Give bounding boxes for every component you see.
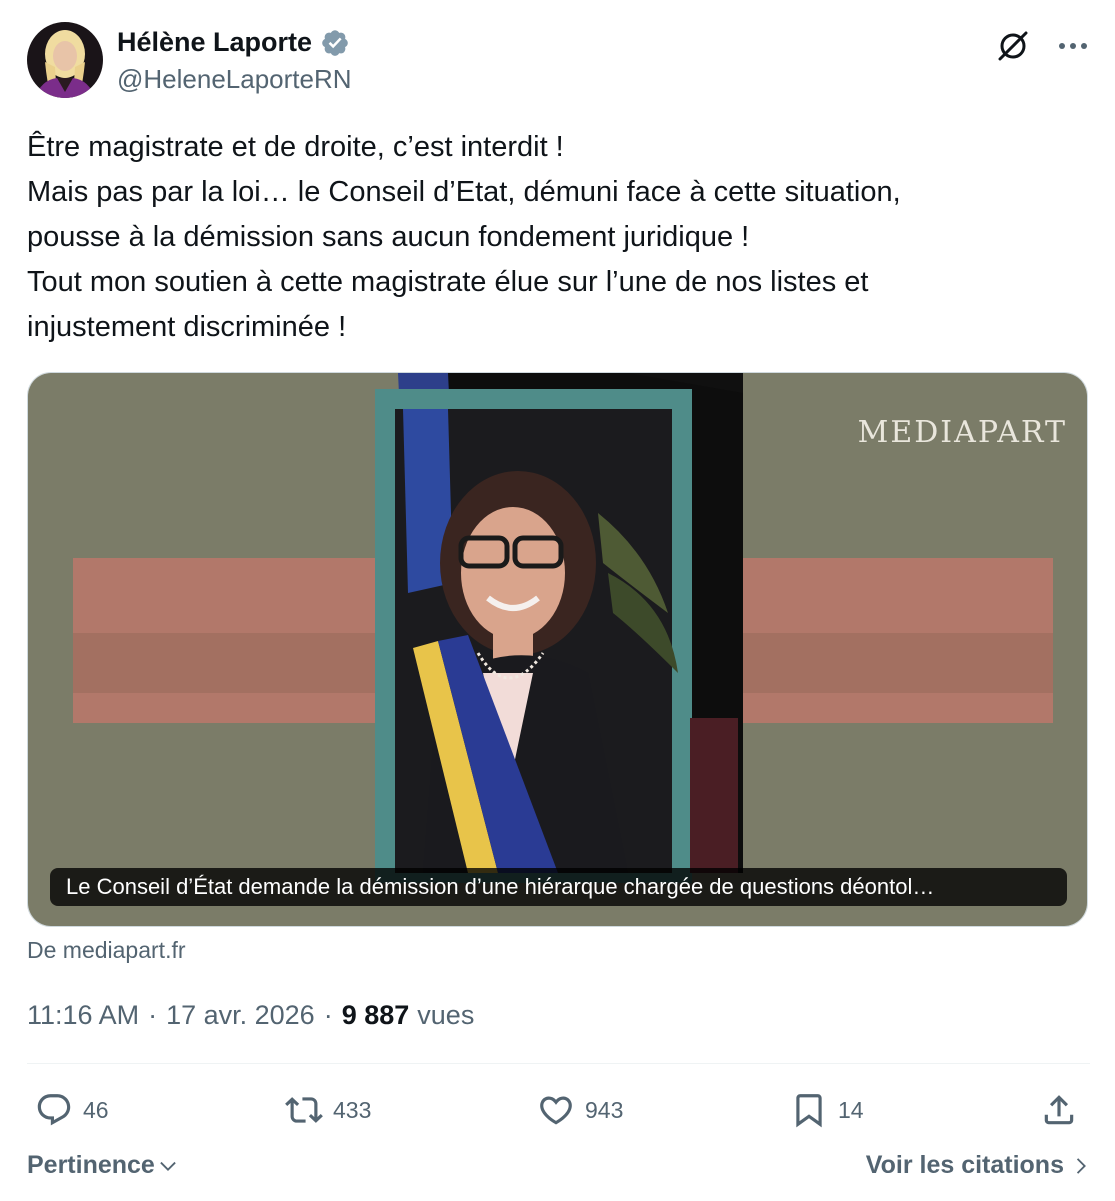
card-image	[28, 373, 1087, 926]
reply-icon	[37, 1094, 71, 1126]
bookmark-button[interactable]: 14	[790, 1088, 864, 1132]
card-brand-logo: MEDIAPART	[857, 415, 1067, 450]
repost-icon	[285, 1097, 323, 1123]
share-button[interactable]	[1040, 1088, 1088, 1132]
repost-count: 433	[333, 1096, 372, 1123]
tweet-line: pousse à la démission sans aucun fondeme…	[27, 221, 750, 253]
tweet-date[interactable]: 17 avr. 2026	[166, 1000, 315, 1031]
sort-label: Pertinence	[27, 1151, 155, 1179]
author-name[interactable]: Hélène Laporte	[117, 27, 312, 58]
tweet-actions: 46 433 943 14	[27, 1088, 1092, 1132]
avatar[interactable]	[27, 22, 103, 98]
tweet-meta: 11:16 AM · 17 avr. 2026 · 9 887 vues	[27, 1000, 474, 1031]
replies-footer: Pertinence Voir les citations	[27, 1151, 1092, 1189]
share-icon	[1044, 1095, 1074, 1125]
card-caption: Le Conseil d’État demande la démission d…	[50, 868, 1067, 906]
author-name-line: Hélène Laporte	[117, 27, 350, 58]
repost-button[interactable]: 433	[285, 1088, 371, 1132]
tweet-line: injustement discriminée !	[27, 311, 347, 343]
meta-separator: ·	[148, 1000, 158, 1030]
divider	[27, 1063, 1090, 1064]
tweet-header: Hélène Laporte @HeleneLaporteRN	[27, 22, 1095, 102]
reply-count: 46	[83, 1096, 109, 1123]
tweet-line: Mais pas par la loi… le Conseil d’Etat, …	[27, 176, 901, 208]
tweet-time[interactable]: 11:16 AM	[27, 1000, 139, 1031]
bookmark-icon	[796, 1094, 822, 1128]
card-source[interactable]: De mediapart.fr	[27, 937, 186, 964]
view-quotes-link[interactable]: Voir les citations	[866, 1151, 1092, 1180]
heart-icon	[540, 1096, 572, 1125]
tweet-line: Être magistrate et de droite, c’est inte…	[27, 131, 564, 163]
more-horizontal-icon	[1059, 43, 1087, 49]
sort-dropdown[interactable]: Pertinence	[27, 1151, 179, 1180]
meta-separator: ·	[323, 1000, 333, 1030]
grok-button[interactable]	[993, 26, 1033, 66]
chevron-right-icon	[1076, 1157, 1086, 1174]
author-handle[interactable]: @HeleneLaporteRN	[117, 64, 352, 95]
chevron-down-icon	[160, 1161, 176, 1171]
like-count: 943	[585, 1096, 624, 1123]
views-label: vues	[417, 1000, 475, 1030]
like-button[interactable]: 943	[537, 1088, 623, 1132]
tweet-line: Tout mon soutien à cette magistrate élue…	[27, 266, 869, 298]
verified-badge-icon	[322, 29, 348, 56]
bookmark-count: 14	[838, 1096, 864, 1123]
quotes-label: Voir les citations	[865, 1151, 1064, 1179]
link-preview-card[interactable]: MEDIAPART Le Conseil d’État demande la d…	[27, 372, 1088, 927]
more-options-button[interactable]	[1051, 26, 1095, 66]
tweet-text: Être magistrate et de droite, c’est inte…	[27, 125, 1092, 350]
views-count: 9 887	[341, 1000, 410, 1030]
reply-button[interactable]: 46	[35, 1088, 109, 1132]
grok-icon	[998, 31, 1028, 61]
